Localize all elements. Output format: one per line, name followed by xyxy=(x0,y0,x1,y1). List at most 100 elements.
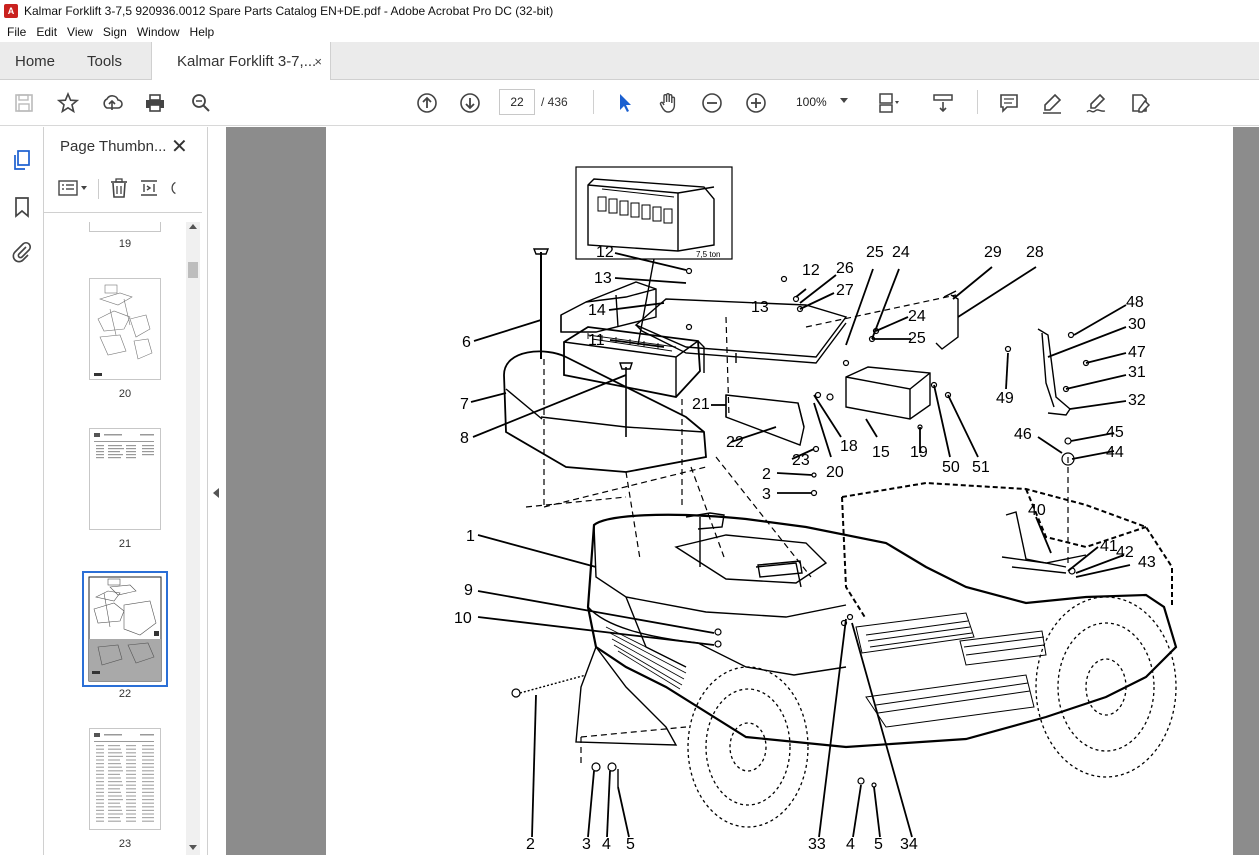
menu-view[interactable]: View xyxy=(62,25,98,39)
thumbnail-label: 23 xyxy=(118,838,132,850)
thumbnail-page-19[interactable] xyxy=(89,222,161,232)
comment-icon[interactable] xyxy=(997,91,1021,115)
scroll-mode-icon[interactable] xyxy=(931,91,955,115)
exploded-parts-drawing: 7,5 ton 1213141167821222323182015 1950 5… xyxy=(454,166,1178,853)
edit-pdf-icon[interactable] xyxy=(1128,91,1152,115)
callout-42: 42 xyxy=(1116,544,1134,561)
callout-45: 45 xyxy=(1106,424,1124,441)
callout-25: 25 xyxy=(908,330,926,347)
callout-23: 23 xyxy=(792,452,810,469)
menu-window[interactable]: Window xyxy=(132,25,185,39)
menu-edit[interactable]: Edit xyxy=(31,25,62,39)
callout-21: 21 xyxy=(692,396,710,413)
pdf-page: 7,5 ton 12 13 14 11 6 7 8 21 22 23 2 3 1… xyxy=(326,127,1233,855)
page-down-icon[interactable] xyxy=(458,91,482,115)
callout-44: 44 xyxy=(1106,444,1124,461)
page-number-input[interactable]: 22 xyxy=(499,89,535,115)
inset-battery-drawing xyxy=(587,178,715,252)
thumbnail-scrollbar[interactable] xyxy=(186,222,200,855)
fit-page-icon[interactable] xyxy=(876,91,900,115)
callout-26: 26 xyxy=(836,260,854,277)
thumbnail-page-23[interactable] xyxy=(89,728,161,830)
search-zoom-icon[interactable] xyxy=(189,91,213,115)
callout-7: 7 xyxy=(460,396,469,413)
sign-icon[interactable] xyxy=(1084,91,1108,115)
callout-46: 46 xyxy=(1014,426,1032,443)
zoom-select[interactable]: 100% xyxy=(788,89,856,115)
select-cursor-icon[interactable] xyxy=(613,91,637,115)
thumbnail-page-21[interactable] xyxy=(89,428,161,530)
callout-24: 24 xyxy=(892,244,910,261)
callout-31: 31 xyxy=(1128,364,1146,381)
tab-document-label: Kalmar Forklift 3-7,... xyxy=(177,53,317,70)
callout-34: 34 xyxy=(900,836,918,853)
menu-sign[interactable]: Sign xyxy=(98,25,132,39)
callout-50: 50 xyxy=(942,459,960,476)
highlight-icon[interactable] xyxy=(1040,91,1064,115)
print-icon[interactable] xyxy=(143,91,167,115)
options-menu-icon[interactable] xyxy=(58,178,88,201)
upload-icon[interactable] xyxy=(100,91,124,115)
chevron-down-icon xyxy=(840,98,848,103)
page-thumbnails-icon[interactable] xyxy=(10,148,34,172)
callout-3: 3 xyxy=(582,836,591,853)
callout-19: 19 xyxy=(910,444,928,461)
close-panel-icon[interactable]: ✕ xyxy=(171,134,188,159)
callout-8: 8 xyxy=(460,430,469,447)
hand-icon[interactable] xyxy=(656,91,680,115)
document-viewer[interactable]: 7,5 ton 12 13 14 11 6 7 8 21 22 23 2 3 1… xyxy=(226,127,1259,855)
page-up-icon[interactable] xyxy=(415,91,439,115)
callout-30: 30 xyxy=(1128,316,1146,333)
thumbnail-page-22-selected[interactable] xyxy=(82,571,168,687)
callout-28: 28 xyxy=(1026,244,1044,261)
menu-bar: File Edit View Sign Window Help xyxy=(0,22,1259,42)
tab-home[interactable]: Home xyxy=(15,42,55,80)
callout-5: 5 xyxy=(874,836,883,853)
panel-title: Page Thumbn... xyxy=(60,138,167,155)
tab-document[interactable]: Kalmar Forklift 3-7,... × xyxy=(151,42,331,81)
title-bar: A Kalmar Forklift 3-7,5 920936.0012 Spar… xyxy=(0,0,1259,22)
callout-33: 33 xyxy=(808,836,826,853)
toolbar-separator-2 xyxy=(977,90,978,114)
close-tab-icon[interactable]: × xyxy=(314,54,322,69)
callout-9: 9 xyxy=(464,582,473,599)
callout-3: 3 xyxy=(762,486,771,503)
callout-24: 24 xyxy=(908,308,926,325)
zoom-out-icon[interactable] xyxy=(700,91,724,115)
bookmark-icon[interactable] xyxy=(10,195,34,219)
callout-numbers: 1213141167821222323182015 1950 5112 2627132… xyxy=(454,244,1156,853)
save-icon[interactable] xyxy=(12,91,36,115)
delete-icon[interactable] xyxy=(109,177,129,201)
collapse-panel-icon[interactable] xyxy=(213,488,219,498)
tab-bar: Home Tools Kalmar Forklift 3-7,... × xyxy=(0,42,1259,81)
thumbnail-label: 19 xyxy=(118,238,132,250)
scrollbar-thumb[interactable] xyxy=(188,262,198,278)
thumbnail-page-20[interactable] xyxy=(89,278,161,380)
toolbar-separator xyxy=(593,90,594,114)
attachment-icon[interactable] xyxy=(10,240,34,264)
callout-12: 12 xyxy=(596,244,614,261)
window-title: Kalmar Forklift 3-7,5 920936.0012 Spare … xyxy=(24,4,554,18)
callout-13: 13 xyxy=(594,270,612,287)
zoom-in-icon[interactable] xyxy=(744,91,768,115)
menu-file[interactable]: File xyxy=(2,25,31,39)
panel-divider xyxy=(44,212,202,213)
rotate-icon[interactable] xyxy=(169,178,177,201)
menu-help[interactable]: Help xyxy=(185,25,220,39)
callout-11: 11 xyxy=(588,332,605,349)
page-total: / 436 xyxy=(541,95,568,109)
extract-pages-icon[interactable] xyxy=(139,178,159,201)
callout-29: 29 xyxy=(984,244,1002,261)
callout-18: 18 xyxy=(840,438,858,455)
callout-47: 47 xyxy=(1128,344,1146,361)
callout-5: 5 xyxy=(626,836,635,853)
scroll-up-icon[interactable] xyxy=(189,224,197,229)
callout-25: 25 xyxy=(866,244,884,261)
callout-4: 4 xyxy=(602,836,611,853)
panel-separator xyxy=(98,179,99,199)
left-rail xyxy=(0,127,44,855)
star-icon[interactable] xyxy=(56,91,80,115)
scroll-down-icon[interactable] xyxy=(189,845,197,850)
tab-tools[interactable]: Tools xyxy=(87,42,122,80)
callout-2: 2 xyxy=(526,836,535,853)
